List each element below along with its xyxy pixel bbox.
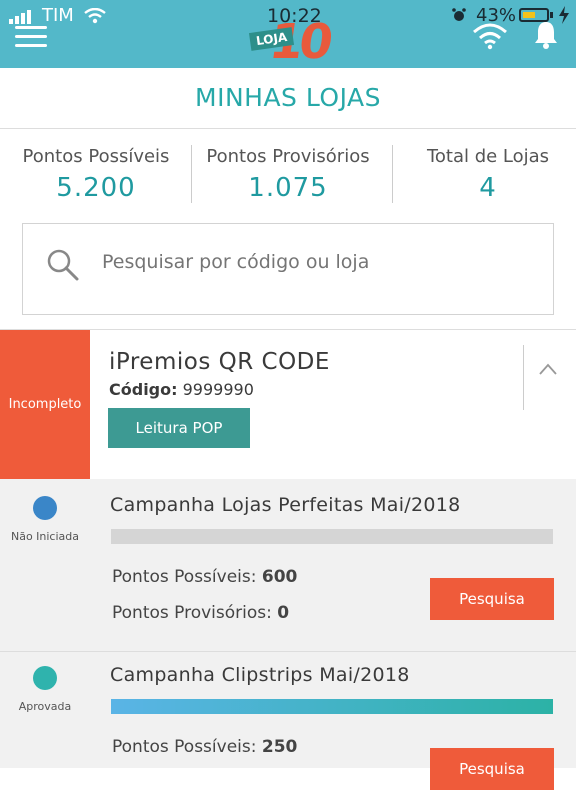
points-label: Pontos Possíveis:: [112, 737, 257, 757]
campaign-progress-bar: [111, 529, 553, 544]
store-status-badge: Incompleto: [0, 330, 90, 479]
campaign-status: Aprovada: [18, 700, 72, 713]
stat-provisional-points: Pontos Provisórios 1.075: [192, 146, 384, 203]
cellular-signal-icon: [9, 8, 39, 24]
leitura-pop-button[interactable]: Leitura POP: [108, 408, 250, 448]
connection-icon[interactable]: [472, 22, 508, 50]
search-icon: [47, 249, 79, 281]
points-value: 0: [277, 603, 290, 623]
stat-possible-points: Pontos Possíveis 5.200: [0, 146, 192, 203]
stat-total-stores: Total de Lojas 4: [392, 146, 576, 203]
campaign-progress-bar: [111, 699, 553, 714]
store-code-label: Código:: [109, 380, 178, 399]
points-label: Pontos Possíveis:: [112, 567, 257, 587]
store-code-value: 9999990: [182, 380, 254, 399]
card-divider: [523, 345, 524, 410]
campaign-possible-points: Pontos Possíveis: 250: [112, 737, 297, 757]
stat-value: 5.200: [56, 173, 136, 203]
campaign-status: Não Iniciada: [10, 530, 80, 543]
store-name: iPremios QR CODE: [109, 349, 330, 375]
stat-label: Total de Lojas: [426, 146, 550, 167]
campaign-status-dot: [33, 496, 57, 520]
battery-tip: [550, 12, 553, 18]
campaign-title: Campanha Lojas Perfeitas Mai/2018: [110, 494, 461, 516]
stat-value: 1.075: [248, 173, 328, 203]
campaign-possible-points: Pontos Possíveis: 600: [112, 567, 297, 587]
pesquisa-button[interactable]: Pesquisa: [430, 578, 554, 620]
chevron-up-icon[interactable]: [538, 362, 558, 376]
alarm-icon: [452, 8, 466, 21]
campaign-status-dot: [33, 666, 57, 690]
store-code: Código: 9999990: [109, 380, 254, 399]
pesquisa-button[interactable]: Pesquisa: [430, 748, 554, 790]
divider: [0, 128, 576, 129]
wifi-status-icon: [84, 8, 106, 24]
carrier-name: TIM: [42, 5, 74, 26]
points-label: Pontos Provisórios:: [112, 603, 272, 623]
charging-icon: [559, 6, 569, 24]
notification-bell-icon[interactable]: [533, 20, 559, 50]
stat-label: Pontos Provisórios: [206, 146, 370, 167]
app-logo: 10 LOJA: [248, 14, 333, 70]
page-title: MINHAS LOJAS: [195, 83, 381, 112]
stat-value: 4: [479, 173, 497, 203]
menu-icon[interactable]: [15, 26, 47, 48]
campaign-provisional-points: Pontos Provisórios: 0: [112, 603, 289, 623]
campaign-title: Campanha Clipstrips Mai/2018: [110, 664, 410, 686]
points-value: 250: [261, 737, 298, 757]
points-value: 600: [261, 567, 298, 587]
search-input[interactable]: [100, 250, 534, 274]
campaign-progress-fill: [111, 699, 553, 714]
stat-label: Pontos Possíveis: [22, 146, 170, 167]
